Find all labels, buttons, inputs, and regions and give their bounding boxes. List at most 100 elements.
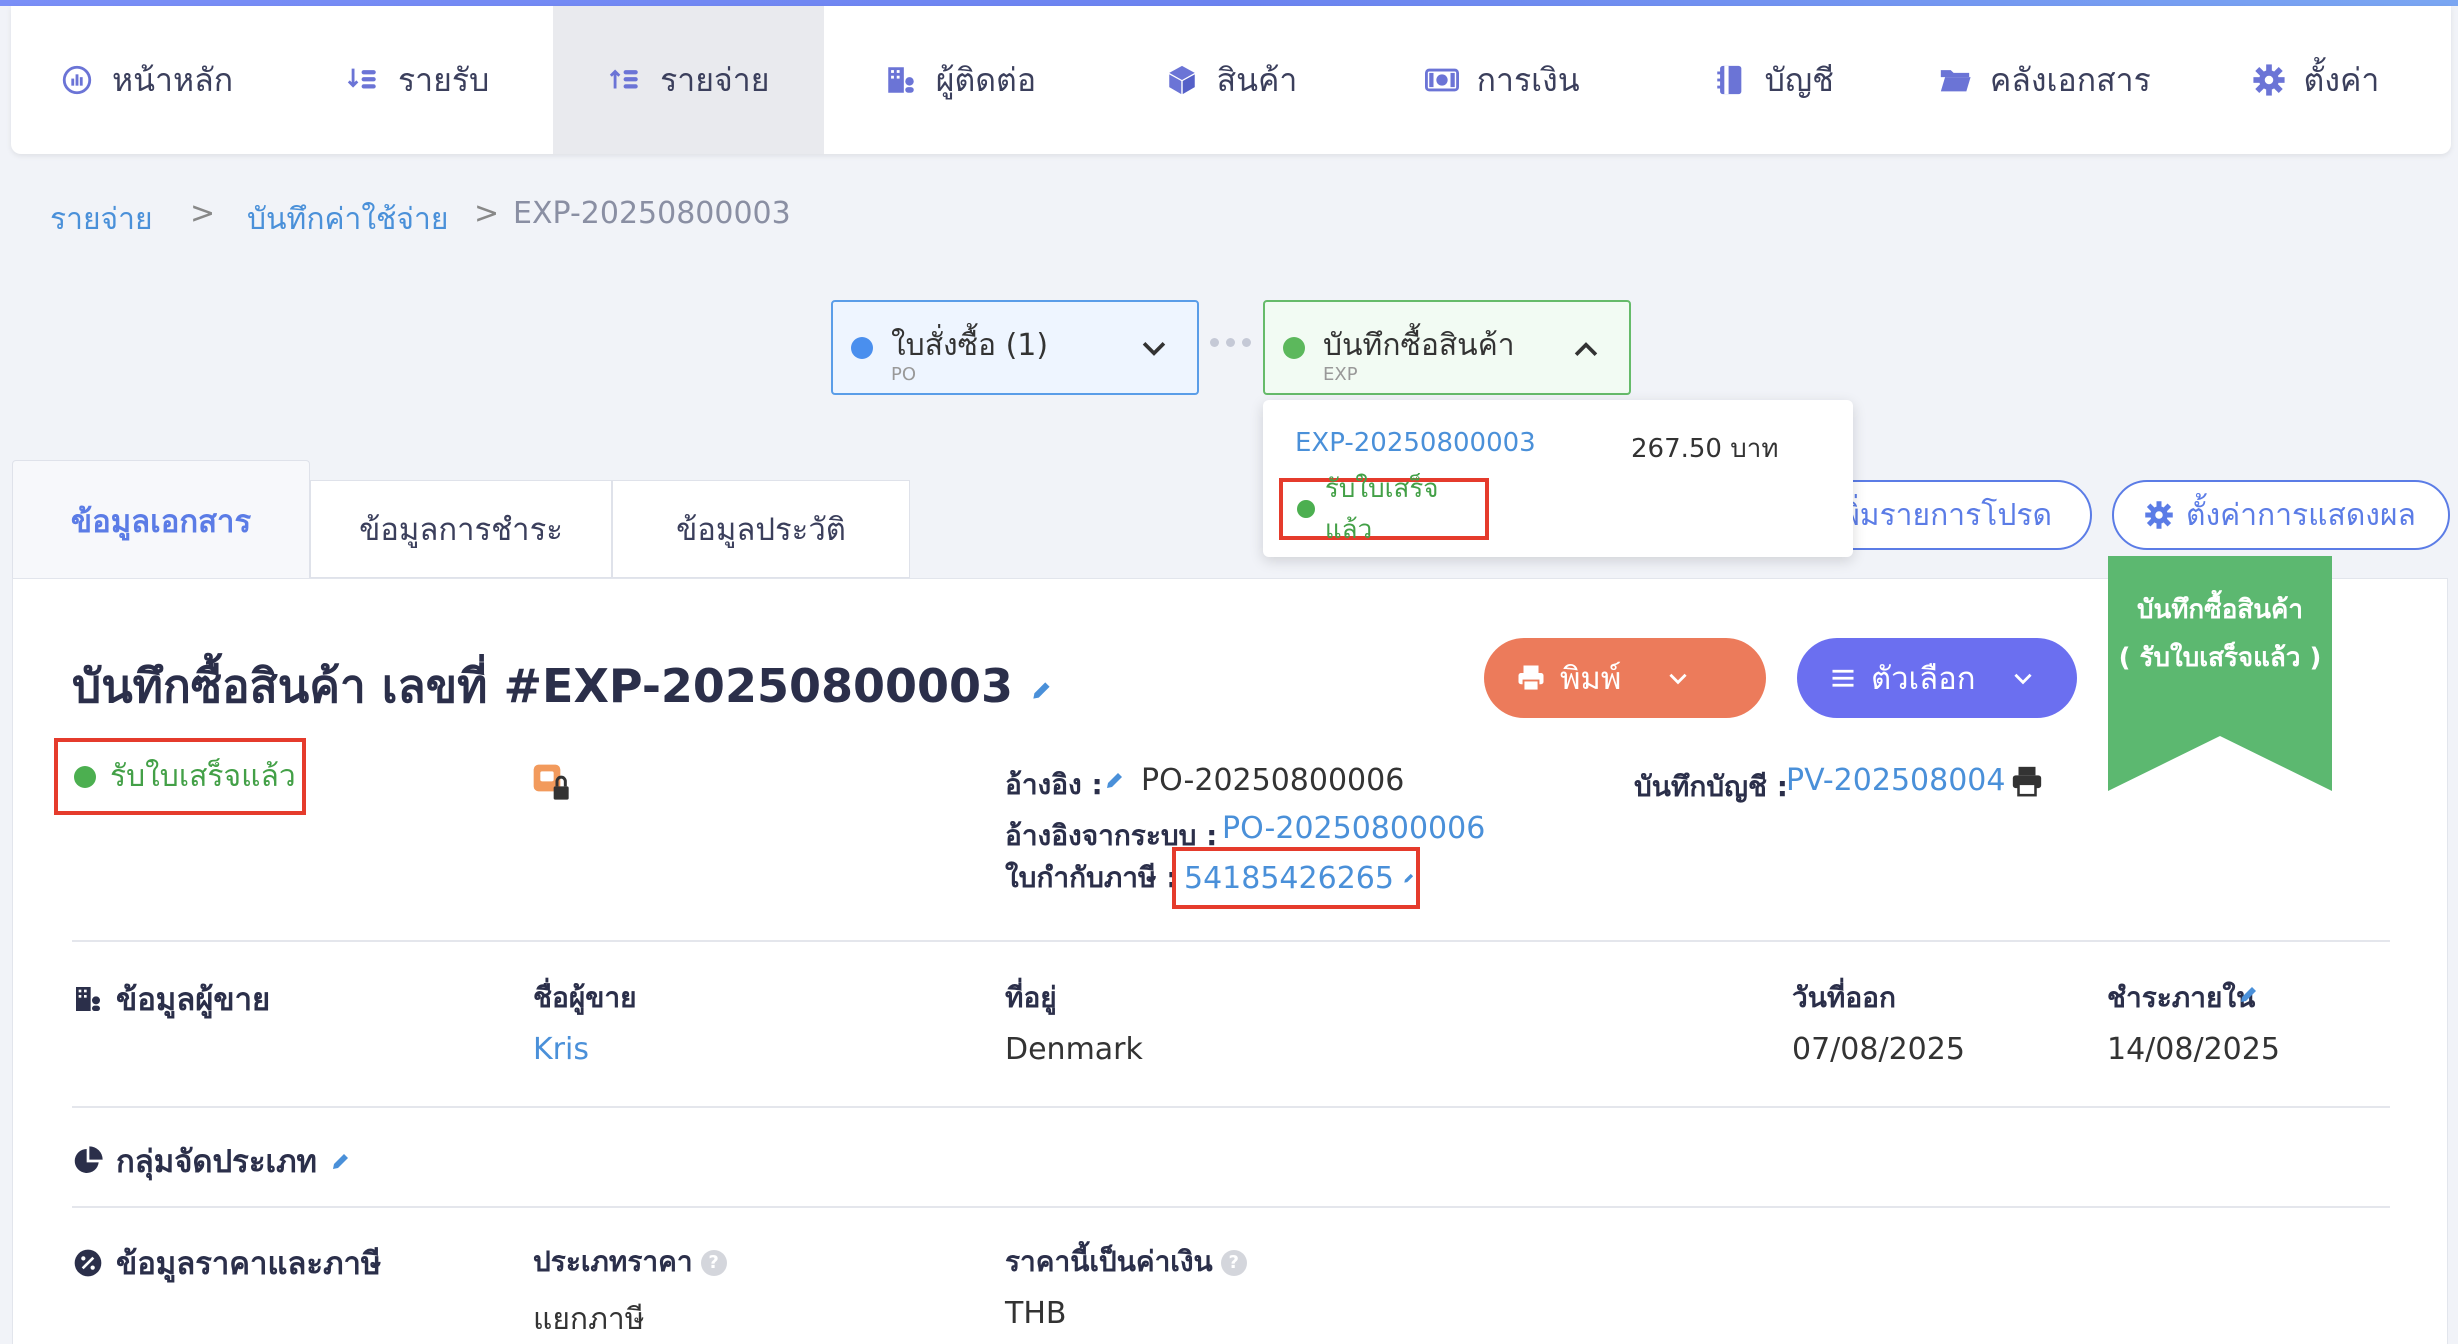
status-dot [1283,337,1305,359]
nav-item-accounting[interactable]: บัญชี [1638,6,1909,154]
folder-icon [1940,70,1971,92]
currency-label: ราคานี้เป็นค่าเงิน? [1005,1240,1247,1284]
gear-icon [2145,501,2173,529]
pie-chart-icon [74,1146,103,1173]
address-value: Denmark [1005,1032,1143,1067]
divider [72,1206,2390,1208]
breadcrumb-expense[interactable]: รายจ่าย [50,196,153,243]
price-type-label: ประเภทราคา? [533,1240,727,1284]
flow-dropdown: EXP-20250800003 267.50 บาท รับใบเสร็จแล้… [1263,400,1853,557]
dropdown-amount: 267.50 บาท [1631,434,1779,464]
category-section-title: กลุ่มจัดประเภท [72,1136,353,1186]
vendor-name-link[interactable]: Kris [533,1032,589,1067]
options-label: ตัวเลือก [1871,661,1976,697]
price-type-value: แยกภาษี [533,1302,645,1337]
tax-invoice-highlight: 54185426265 [1172,847,1420,909]
due-date-label: ชำระภายใน [2107,981,2256,1014]
nav-item-documents[interactable]: คลังเอกสาร [1909,6,2180,154]
tax-invoice-value[interactable]: 54185426265 [1184,861,1394,896]
currency-value: THB [1005,1296,1067,1331]
edit-pencil-icon[interactable] [329,1149,353,1173]
nav-label: รายจ่าย [660,60,770,99]
edit-pencil-icon[interactable] [1103,768,1127,792]
breadcrumb-separator: > [474,196,500,231]
flow-card-purchase-order[interactable]: ใบสั่งซื้อ (1) PO [831,300,1199,395]
nav-item-finance[interactable]: การเงิน [1367,6,1638,154]
nav-label: สินค้า [1216,60,1298,99]
help-icon[interactable]: ? [700,1250,727,1276]
edit-pencil-icon[interactable] [2237,982,2261,1006]
vendor-section-title: ข้อมูลผู้ขาย [72,974,270,1024]
reference-label: อ้างอิง : [1005,768,1103,801]
dropdown-status-badge: รับใบเสร็จแล้ว [1279,474,1489,545]
ribbon-line1: บันทึกซื้อสินค้า [2136,595,2304,625]
divider [72,940,2390,942]
nav-item-expense[interactable]: รายจ่าย [553,6,825,154]
nav-item-income[interactable]: รายรับ [282,6,553,154]
flow-po-title: ใบสั่งซื้อ (1) [891,328,1049,363]
pricing-section-label: ข้อมูลราคาและภาษี [116,1246,382,1282]
expense-icon [609,69,638,89]
nav-item-products[interactable]: สินค้า [1095,6,1366,154]
printer-icon[interactable] [2010,764,2044,798]
vendor-section-label: ข้อมูลผู้ขาย [116,982,271,1018]
menu-icon [1832,669,1854,687]
status-text: รับใบเสร็จแล้ว [110,759,296,794]
reference-value: PO-20250800006 [1141,763,1405,798]
nav-label: บัญชี [1764,60,1834,99]
chevron-up-icon [1574,342,1598,356]
gear-icon [2252,64,2285,96]
display-settings-button[interactable]: ตั้งค่าการแสดงผล [2112,480,2450,550]
ribbon-line2: ( รับใบเสร็จแล้ว ) [2118,643,2322,673]
price-type-label-text: ประเภทราคา [533,1245,693,1278]
flow-connector [1210,338,1251,347]
category-section-label: กลุ่มจัดประเภท [116,1144,317,1180]
tab-history-info[interactable]: ข้อมูลประวัติ [612,480,910,578]
nav-item-dashboard[interactable]: หน้าหลัก [11,6,282,154]
ledger-book-icon [1716,65,1741,95]
tab-document-info[interactable]: ข้อมูลเอกสาร [12,460,310,580]
breadcrumb-expense-record[interactable]: บันทึกค่าใช้จ่าย [247,196,448,243]
status-dot [74,765,96,788]
add-favorite-label: พิ่มรายการโปรด [1840,497,2052,533]
display-settings-label: ตั้งค่าการแสดงผล [2186,497,2416,533]
pricing-section-title: ข้อมูลราคาและภาษี [72,1238,381,1288]
status-dot [1297,500,1315,518]
income-icon [347,68,376,89]
dropdown-doc-link[interactable]: EXP-20250800003 [1295,428,1536,458]
currency-label-text: ราคานี้เป็นค่าเงิน [1005,1245,1213,1278]
nav-label: หน้าหลัก [112,60,234,99]
print-label: พิมพ์ [1560,661,1622,697]
printer-icon [1518,665,1544,692]
edit-pencil-icon[interactable] [1402,866,1416,890]
flow-exp-sub: EXP [1323,364,1358,385]
dropdown-status-text: รับใบเสร็จแล้ว [1324,474,1439,545]
nav-item-settings[interactable]: ตั้งค่า [2180,6,2451,154]
product-box-icon [1168,65,1195,95]
divider [72,1106,2390,1108]
system-ref-link[interactable]: PO-20250800006 [1222,811,1485,846]
status-ribbon: บันทึกซื้อสินค้า ( รับใบเสร็จแล้ว ) [2108,556,2332,791]
percent-badge-icon [74,1249,102,1277]
nav-label: ตั้งค่า [2303,60,2380,99]
nav-item-contacts[interactable]: ผู้ติดต่อ [824,6,1095,154]
chevron-down-icon [1669,673,1687,685]
due-date-value: 14/08/2025 [2107,1032,2280,1067]
help-icon[interactable]: ? [1220,1250,1247,1276]
options-button[interactable]: ตัวเลือก [1797,638,2077,718]
status-dot [851,337,873,359]
money-icon [1424,68,1459,92]
locked-document-icon [533,764,569,800]
nav-label: การเงิน [1476,60,1580,99]
status-badge: รับใบเสร็จแล้ว [54,738,306,815]
nav-label: รายรับ [397,60,490,99]
edit-pencil-icon[interactable] [1029,677,1055,703]
issue-date-label: วันที่ออก [1792,981,1896,1014]
flow-card-expense[interactable]: บันทึกซื้อสินค้า EXP [1263,300,1631,395]
breadcrumb-current: EXP-20250800003 [513,196,791,231]
flow-po-sub: PO [891,364,917,385]
tax-invoice-label: ใบกำกับภาษี : [1005,861,1178,894]
ledger-link[interactable]: PV-202508004 [1786,763,2005,798]
print-button[interactable]: พิมพ์ [1484,638,1766,718]
tab-payment-info[interactable]: ข้อมูลการชำระ [310,480,612,578]
